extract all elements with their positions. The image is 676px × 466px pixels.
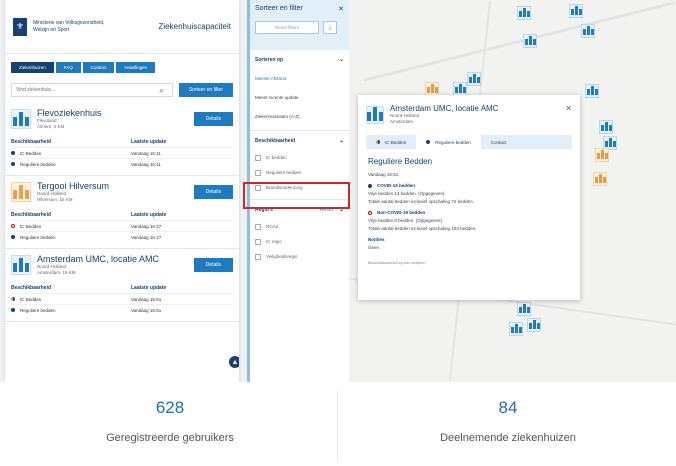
hospital-name: Flevoziekenhuis [37,108,102,118]
status-dot-icon [11,224,15,228]
close-icon[interactable]: ✕ [338,5,344,13]
stat-users: 628 Geregistreerde gebruikers [20,382,320,444]
hospital-marker[interactable] [527,318,541,332]
tab-faq[interactable]: FAQ [55,62,81,73]
download-icon[interactable]: ⤓ [323,21,337,34]
app-window: ⚜ Ministerie van Volksgezondheid, Welzij… [0,0,676,382]
hospital-marker[interactable] [453,82,467,96]
table-row: IC Bedden Vandaag 16:11 [11,147,233,158]
sort-filter-button[interactable]: Sorteer en filter [178,83,233,97]
hospital-list-panel: ⚜ Ministerie van Volksgezondheid, Welzij… [5,0,239,382]
status-dot-icon [11,308,15,312]
table-row: IC Bedden Vandaag 16:27 [11,220,233,231]
stat-number: 84 [498,398,518,417]
nav-tabs: Ziekenhuizen FAQ Contact Instellingen [11,62,233,73]
details-button[interactable]: Details [193,258,233,272]
tab-instellingen[interactable]: Instellingen [116,62,156,73]
table-row: Reguliere bedden Vandaag 16:27 [11,231,233,242]
status-dot-icon [368,184,372,188]
search-bar: ⌕ Sorteer en filter [11,83,233,97]
stat-number: 628 [155,398,185,417]
stat-label: Deelnemende ziekenhuizen [440,432,576,444]
search-icon[interactable]: ⌕ [155,83,169,97]
details-button[interactable]: Details [193,185,233,199]
hospital-marker[interactable] [595,148,609,162]
sort-option-afstand[interactable]: Meeste Afstand [255,69,344,88]
hospital-city: Almere, 2 KM [37,124,65,129]
checkbox-roaz[interactable]: ROAZ [255,219,344,234]
table-header: Beschikbaarheid Laatste update [11,138,167,145]
table-header: Beschikbaarheid Laatste update [11,211,167,218]
hospital-marker[interactable] [425,82,439,96]
chevron-down-icon[interactable]: ⌄ [339,137,344,144]
popup-heading: Reguliere Bedden [368,157,433,166]
screenshot: ⚜ Ministerie van Volksgezondheid, Welzij… [0,0,676,466]
status-dot-icon [11,162,15,166]
hospital-popup: Amsterdam UMC, locatie AMC Noord-Holland… [358,95,580,300]
close-icon[interactable]: ✕ [565,104,572,113]
hospital-city: Hilversum, 15 KM [37,197,73,202]
tab-reguliere-bedden[interactable]: Reguliere bedden [416,135,481,149]
region-section: Regio's Reset ⌄ ROAZ IC regio Veiligheidsr… [250,200,349,268]
stat-hospitals: 84 Deelnemende ziekenhuizen [358,382,658,444]
hospital-marker[interactable] [585,84,599,98]
hospital-marker[interactable] [593,172,607,186]
ministry-name: Ministerie van Volksgezondheid, Welzijn … [33,19,105,33]
sort-section: Sorteren op ⌄ Meeste Afstand Meest recent… [250,50,349,131]
hospital-marker[interactable] [569,4,583,18]
rijksoverheid-logo-icon: ⚜ [13,17,27,36]
hospital-marker[interactable] [581,24,595,38]
hospital-building-icon [11,109,31,129]
hospital-marker[interactable] [517,302,531,316]
sort-option-name[interactable]: Ziekenhuisnaam (A-Z) [255,107,344,126]
tab-ic-bedden[interactable]: IC Bedden [366,135,416,149]
hospital-marker[interactable] [523,34,537,48]
status-dot-icon [376,140,380,144]
table-row: Reguliere bedden Vandaag 16:51 [11,304,233,315]
tab-contact[interactable]: Contact [82,62,115,73]
hospital-card: Tergooi Hilversum Noord-Holland Hilversu… [5,176,239,249]
hospital-building-icon [11,255,31,275]
status-dot-icon [11,235,15,239]
status-dot-icon [11,297,15,301]
table-header: Beschikbaarheid Laatste update [11,284,167,291]
hospital-marker[interactable] [517,6,531,20]
highlight-box [243,182,350,209]
hospital-building-icon [366,105,384,124]
details-button[interactable]: Details [193,112,233,126]
reset-filters-button[interactable]: Reset filters [255,21,319,34]
hospital-city: Amsterdam, 18 KM [37,270,76,275]
tab-contact[interactable]: Contact [481,135,517,149]
hospital-marker[interactable] [509,322,523,336]
status-dot-icon [11,151,15,155]
app-title: Ziekenhuiscapaciteit [158,22,231,31]
stat-label: Geregistreerde gebruikers [106,432,234,444]
popup-hospital-name: Amsterdam UMC, locatie AMC [390,104,499,113]
stats-section: 628 Geregistreerde gebruikers 84 Deelnem… [0,382,676,466]
hospital-name: Amsterdam UMC, locatie AMC [37,254,160,264]
hospital-marker[interactable] [599,120,613,134]
search-input[interactable] [11,83,173,97]
divider [337,390,338,460]
table-row: Reguliere bedden Vandaag 16:11 [11,158,233,169]
hospital-card: Flevoziekenhuis Flevoland Almere, 2 KM D… [5,103,239,176]
hospital-name: Tergooi Hilversum [37,181,110,191]
filter-title: Sorteer en filter [255,5,303,12]
checkbox-ic-bedden[interactable]: IC bedden [255,150,344,165]
checkbox-ic-regio[interactable]: IC regio [255,234,344,249]
status-dot-icon [426,140,431,144]
app-header: ⚜ Ministerie van Volksgezondheid, Welzij… [5,0,239,54]
scroll-up-icon[interactable]: ▲ [229,356,239,368]
table-row: IC Bedden Vandaag 16:51 [11,293,233,304]
status-dot-icon [368,211,372,215]
hospital-building-icon [11,182,31,202]
popup-tabs: IC Bedden Reguliere bedden Contact [366,135,572,149]
checkbox-veiligheidsregio[interactable]: Veiligheidsregio [255,249,344,264]
tab-ziekenhuizen[interactable]: Ziekenhuizen [11,62,54,73]
checkbox-reguliere-bedden[interactable]: Reguliere bedden [255,165,344,180]
chevron-down-icon[interactable]: ⌄ [339,56,344,63]
hospital-marker[interactable] [467,72,481,86]
hospital-card: Amsterdam UMC, locatie AMC Noord-Holland… [5,249,239,322]
sort-option-recent[interactable]: Meest recente update [255,88,344,107]
